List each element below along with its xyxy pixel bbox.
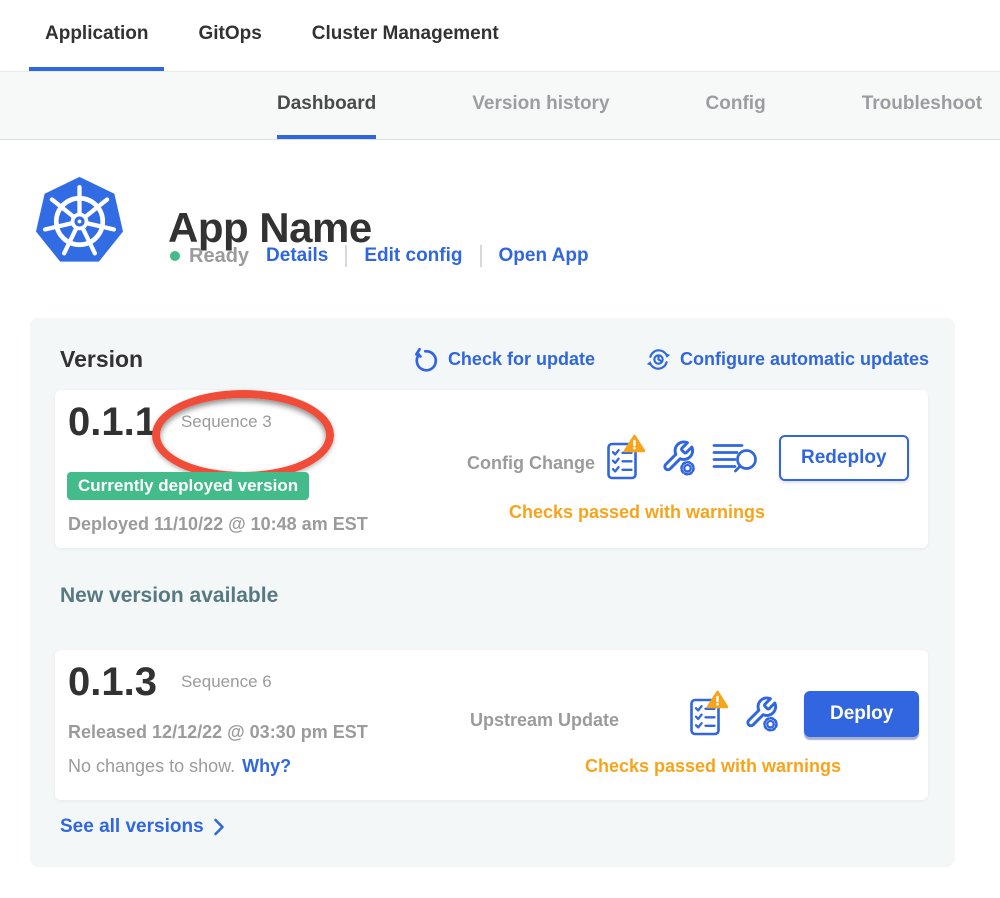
status-label: Ready [189, 245, 249, 268]
new-sequence-label: Sequence 6 [181, 672, 272, 692]
details-link[interactable]: Details [266, 245, 328, 267]
open-app-link[interactable]: Open App [499, 245, 589, 267]
tab-troubleshoot[interactable]: Troubleshoot [862, 72, 982, 139]
edit-config-wrench-icon[interactable] [659, 438, 697, 478]
deploy-button[interactable]: Deploy [804, 691, 919, 737]
why-link[interactable]: Why? [242, 756, 291, 777]
edit-config-wrench-icon[interactable] [742, 694, 780, 734]
kubernetes-logo-icon [33, 173, 126, 270]
top-tab-cluster-management[interactable]: Cluster Management [296, 0, 515, 71]
released-timestamp: Released 12/12/22 @ 03:30 pm EST [68, 722, 368, 743]
new-version-source: Upstream Update [470, 710, 619, 731]
edit-config-link[interactable]: Edit config [364, 245, 462, 267]
new-preflight-status: Checks passed with warnings [543, 756, 883, 777]
configure-automatic-updates-link[interactable]: Configure automatic updates [645, 346, 929, 373]
no-changes-row: No changes to show. Why? [68, 756, 291, 777]
current-version-source: Config Change [467, 453, 595, 474]
refresh-icon [413, 346, 440, 373]
redeploy-button[interactable]: Redeploy [779, 435, 909, 481]
see-all-versions-link[interactable]: See all versions [60, 816, 225, 838]
app-status: Ready [170, 245, 249, 268]
check-for-update-label: Check for update [448, 349, 595, 370]
new-version-actions: Deploy [688, 690, 919, 737]
auto-update-schedule-icon [645, 346, 672, 373]
top-tab-gitops[interactable]: GitOps [182, 0, 277, 71]
configure-automatic-updates-label: Configure automatic updates [680, 349, 929, 370]
divider [480, 245, 482, 267]
preflight-checks-icon[interactable] [605, 434, 645, 481]
new-version-card: 0.1.3 Sequence 6 Released 12/12/22 @ 03:… [55, 650, 928, 800]
current-sequence-label: Sequence 3 [181, 412, 272, 432]
tab-config[interactable]: Config [706, 72, 766, 139]
top-nav: Application GitOps Cluster Management [0, 0, 1000, 71]
version-panel-links: Check for update Configure automatic upd… [413, 346, 929, 373]
tab-version-history[interactable]: Version history [472, 72, 609, 139]
current-preflight-status: Checks passed with warnings [467, 502, 807, 523]
deployed-timestamp: Deployed 11/10/22 @ 10:48 am EST [68, 514, 368, 535]
chevron-right-icon [213, 818, 225, 836]
current-version-actions: Redeploy [605, 434, 909, 481]
divider [345, 245, 347, 267]
version-panel-header: Version Check for update Configure [60, 346, 929, 373]
new-version-heading: New version available [60, 584, 278, 608]
new-version-row: 0.1.3 Sequence 6 [68, 662, 272, 702]
no-changes-text: No changes to show. [68, 756, 235, 777]
see-all-versions-label: See all versions [60, 816, 204, 838]
current-version-row: 0.1.1 Sequence 3 [68, 402, 272, 442]
check-for-update-link[interactable]: Check for update [413, 346, 595, 373]
version-panel: Version Check for update Configure [30, 318, 955, 867]
current-version-number: 0.1.1 [68, 402, 157, 442]
app-sub-nav: Dashboard Version history Config Trouble… [0, 71, 1000, 140]
top-tab-application[interactable]: Application [29, 0, 164, 71]
app-status-row: Ready Details Edit config Open App [170, 242, 589, 270]
preflight-checks-icon[interactable] [688, 690, 728, 737]
version-title: Version [60, 346, 143, 373]
tab-dashboard[interactable]: Dashboard [277, 72, 376, 139]
currently-deployed-badge: Currently deployed version [67, 472, 309, 500]
status-dot-icon [170, 251, 180, 261]
new-version-number: 0.1.3 [68, 662, 157, 702]
current-version-card: 0.1.1 Sequence 3 Currently deployed vers… [55, 390, 928, 548]
view-diff-icon[interactable] [711, 440, 757, 476]
